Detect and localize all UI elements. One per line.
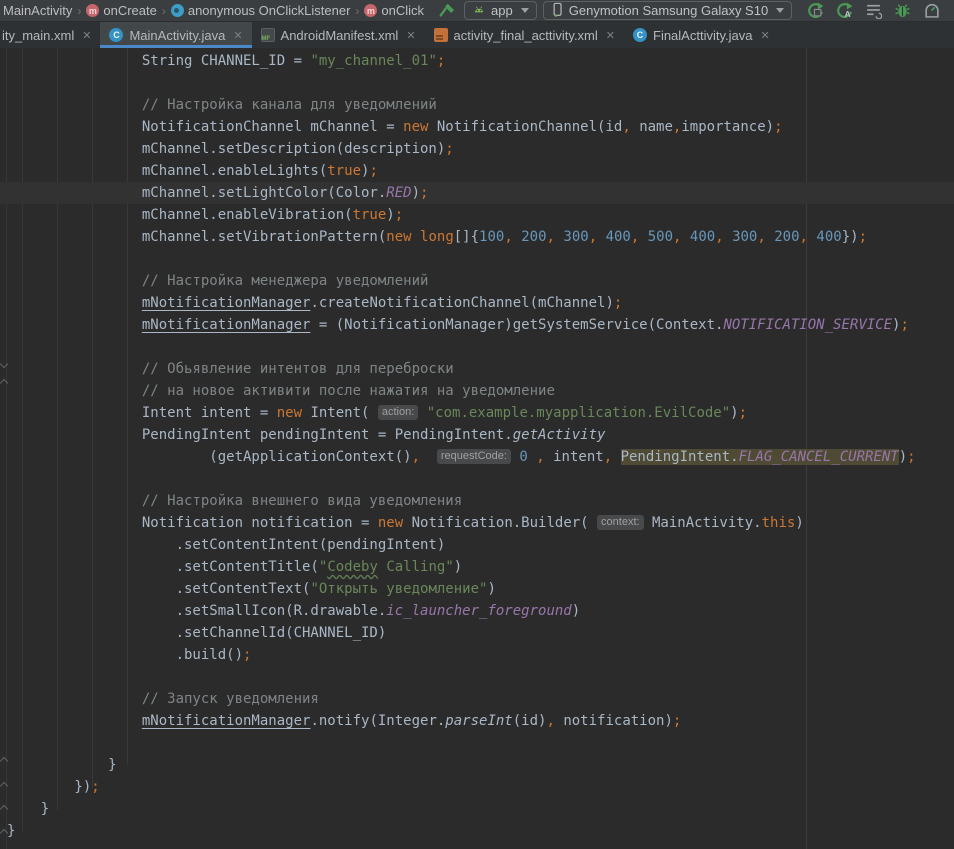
- code-line: mChannel.setLightColor(Color.RED);: [0, 182, 954, 204]
- code-area: String CHANNEL_ID = "my_channel_01"; // …: [0, 48, 954, 842]
- layout-icon: [434, 28, 448, 42]
- code-line: // Настройка канала для уведомлений: [7, 94, 954, 116]
- top-bar: MainActivity › m onCreate › anonymous OnClick…: [0, 0, 954, 22]
- tab-label: MainActivity.java: [129, 28, 225, 43]
- hammer-icon[interactable]: [436, 1, 458, 21]
- breadcrumb-item[interactable]: MainActivity: [3, 3, 72, 18]
- code-line: Intent intent = new Intent( action: "com…: [7, 402, 954, 424]
- apply-code-changes-icon[interactable]: A: [833, 1, 855, 21]
- tab-label: activity_final_acttivity.xml: [454, 28, 598, 43]
- code-line: mChannel.enableLights(true);: [7, 160, 954, 182]
- code-line: [7, 336, 954, 358]
- module-selector-label: app: [491, 3, 513, 18]
- code-line: [7, 468, 954, 490]
- code-line: [7, 248, 954, 270]
- anonymous-class-icon: [171, 4, 184, 17]
- code-line: mNotificationManager.notify(Integer.pars…: [7, 710, 954, 732]
- code-line: String CHANNEL_ID = "my_channel_01";: [7, 50, 954, 72]
- code-line: mNotificationManager = (NotificationMana…: [7, 314, 954, 336]
- tab-ity_main.xml[interactable]: ity_main.xml ✕: [0, 22, 100, 48]
- phone-icon: [551, 2, 564, 20]
- close-tab-icon[interactable]: ✕: [406, 29, 415, 42]
- code-line: .setContentTitle("Codeby Calling"): [7, 556, 954, 578]
- code-line: }: [7, 754, 954, 776]
- breadcrumb-separator: ›: [162, 4, 166, 18]
- module-selector[interactable]: app: [464, 1, 537, 20]
- close-tab-icon[interactable]: ✕: [82, 29, 91, 42]
- code-line: }: [7, 798, 954, 820]
- code-line: // Настройка менеджера уведомлений: [7, 270, 954, 292]
- code-line: .setContentIntent(pendingIntent): [7, 534, 954, 556]
- chevron-down-icon: [521, 8, 529, 13]
- code-line: NotificationChannel mChannel = new Notif…: [7, 116, 954, 138]
- code-line: .setContentText("Открыть уведомление"): [7, 578, 954, 600]
- method-icon: m: [86, 4, 99, 17]
- toolbar-action-icons: A: [804, 1, 942, 21]
- breadcrumb-item[interactable]: m onClick: [364, 3, 424, 18]
- code-line: (getApplicationContext(), requestCode: 0…: [7, 446, 954, 468]
- android-icon: [472, 3, 486, 19]
- apply-changes-icon[interactable]: [804, 1, 826, 21]
- device-selector-label: Genymotion Samsung Galaxy S10: [569, 3, 768, 18]
- tab-FinalActtivity.java[interactable]: C FinalActtivity.java ✕: [624, 22, 779, 48]
- method-icon: m: [364, 4, 377, 17]
- close-tab-icon[interactable]: ✕: [760, 29, 769, 42]
- code-line: Notification notification = new Notifica…: [7, 512, 954, 534]
- tab-MainActivity.java[interactable]: C MainActivity.java ✕: [100, 22, 251, 48]
- code-line: // на новое активити после нажатия на ув…: [7, 380, 954, 402]
- code-line: mNotificationManager.createNotificationC…: [7, 292, 954, 314]
- breadcrumb-label: onCreate: [103, 3, 156, 18]
- close-tab-icon[interactable]: ✕: [233, 29, 242, 42]
- tab-label: FinalActtivity.java: [653, 28, 752, 43]
- breadcrumb-separator: ›: [77, 4, 81, 18]
- chevron-down-icon: [776, 8, 784, 13]
- breadcrumb-separator: ›: [355, 4, 359, 18]
- code-line: .setChannelId(CHANNEL_ID): [7, 622, 954, 644]
- class-icon: C: [109, 28, 123, 42]
- device-selector[interactable]: Genymotion Samsung Galaxy S10: [543, 1, 792, 20]
- tab-label: AndroidManifest.xml: [281, 28, 399, 43]
- svg-text:A: A: [844, 9, 850, 19]
- debug-icon[interactable]: [891, 1, 913, 21]
- close-tab-icon[interactable]: ✕: [606, 29, 615, 42]
- tab-label: ity_main.xml: [2, 28, 74, 43]
- code-line: // Запуск уведомления: [7, 688, 954, 710]
- code-line: });: [7, 776, 954, 798]
- code-line: .build();: [7, 644, 954, 666]
- tab-activity_final_acttivity.xml[interactable]: activity_final_acttivity.xml ✕: [425, 22, 624, 48]
- code-line: [7, 72, 954, 94]
- code-line: mChannel.enableVibration(true);: [7, 204, 954, 226]
- breadcrumb-item[interactable]: m onCreate: [86, 3, 156, 18]
- breadcrumb: MainActivity › m onCreate › anonymous OnClick…: [0, 3, 424, 18]
- toolbar: app Genymotion Samsung Galaxy S10 A: [436, 1, 954, 21]
- code-line: // Настройка внешнего вида уведомления: [7, 490, 954, 512]
- code-line: }: [7, 820, 954, 842]
- class-icon: C: [633, 28, 647, 42]
- breadcrumb-label: anonymous OnClickListener: [188, 3, 351, 18]
- code-line: [7, 666, 954, 688]
- code-editor[interactable]: String CHANNEL_ID = "my_channel_01"; // …: [0, 48, 954, 849]
- code-line: [7, 732, 954, 754]
- breadcrumb-label: MainActivity: [3, 3, 72, 18]
- code-line: mChannel.setDescription(description);: [7, 138, 954, 160]
- tab-bar: ity_main.xml✕CMainActivity.java✕AndroidM…: [0, 22, 954, 48]
- breadcrumb-label: onClick: [381, 3, 424, 18]
- manifest-icon: [261, 28, 275, 42]
- run-config-list-icon[interactable]: [862, 1, 884, 21]
- tab-AndroidManifest.xml[interactable]: AndroidManifest.xml ✕: [252, 22, 425, 48]
- breadcrumb-item[interactable]: anonymous OnClickListener: [171, 3, 351, 18]
- code-line: // Обьявление интентов для переброски: [7, 358, 954, 380]
- code-line: mChannel.setVibrationPattern(new long[]{…: [7, 226, 954, 248]
- profiler-icon[interactable]: [920, 1, 942, 21]
- code-line: .setSmallIcon(R.drawable.ic_launcher_for…: [7, 600, 954, 622]
- code-line: PendingIntent pendingIntent = PendingInt…: [7, 424, 954, 446]
